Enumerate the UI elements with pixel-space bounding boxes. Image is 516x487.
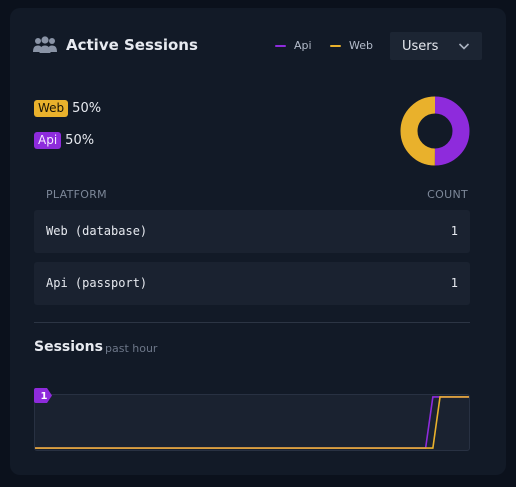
- series-line-api: [35, 396, 469, 449]
- stat-web-percent: 50%: [72, 101, 102, 116]
- sessions-line-chart: [34, 394, 470, 451]
- legend-swatch-web: [330, 44, 341, 47]
- sessions-title: Sessions: [34, 339, 103, 355]
- platform-count: 1: [450, 276, 458, 290]
- badge-api: Api: [34, 132, 62, 149]
- active-sessions-card: Active Sessions Api Web Users Web 50% Ap…: [10, 8, 506, 475]
- users-icon: [33, 36, 57, 53]
- stat-api: Api 50%: [34, 132, 94, 149]
- legend-item-api[interactable]: Api: [275, 39, 312, 52]
- y-max-tag: 1: [34, 388, 52, 403]
- metric-select[interactable]: Users: [390, 32, 482, 60]
- column-header-platform: PLATFORM: [46, 188, 107, 201]
- column-header-count: COUNT: [427, 188, 468, 201]
- y-max-label: 1: [41, 391, 48, 402]
- divider: [34, 322, 470, 323]
- stat-api-percent: 50%: [65, 133, 95, 148]
- sessions-subtitle: past hour: [105, 342, 158, 355]
- platform-donut-chart: [400, 96, 470, 166]
- metric-select-value: Users: [402, 38, 439, 54]
- platform-name: Web (database): [46, 224, 148, 238]
- legend-swatch-api: [275, 44, 286, 47]
- card-title: Active Sessions: [66, 36, 198, 54]
- badge-web: Web: [34, 100, 69, 117]
- table-row[interactable]: Api (passport) 1: [34, 262, 470, 305]
- platform-count: 1: [450, 224, 458, 238]
- chevron-down-icon: [458, 43, 470, 50]
- legend-label-web: Web: [349, 39, 373, 52]
- legend-item-web[interactable]: Web: [330, 39, 373, 52]
- table-row[interactable]: Web (database) 1: [34, 210, 470, 253]
- series-line-web: [35, 396, 469, 449]
- platform-name: Api (passport): [46, 276, 148, 290]
- legend-label-api: Api: [294, 39, 312, 52]
- stat-web: Web 50%: [34, 100, 101, 117]
